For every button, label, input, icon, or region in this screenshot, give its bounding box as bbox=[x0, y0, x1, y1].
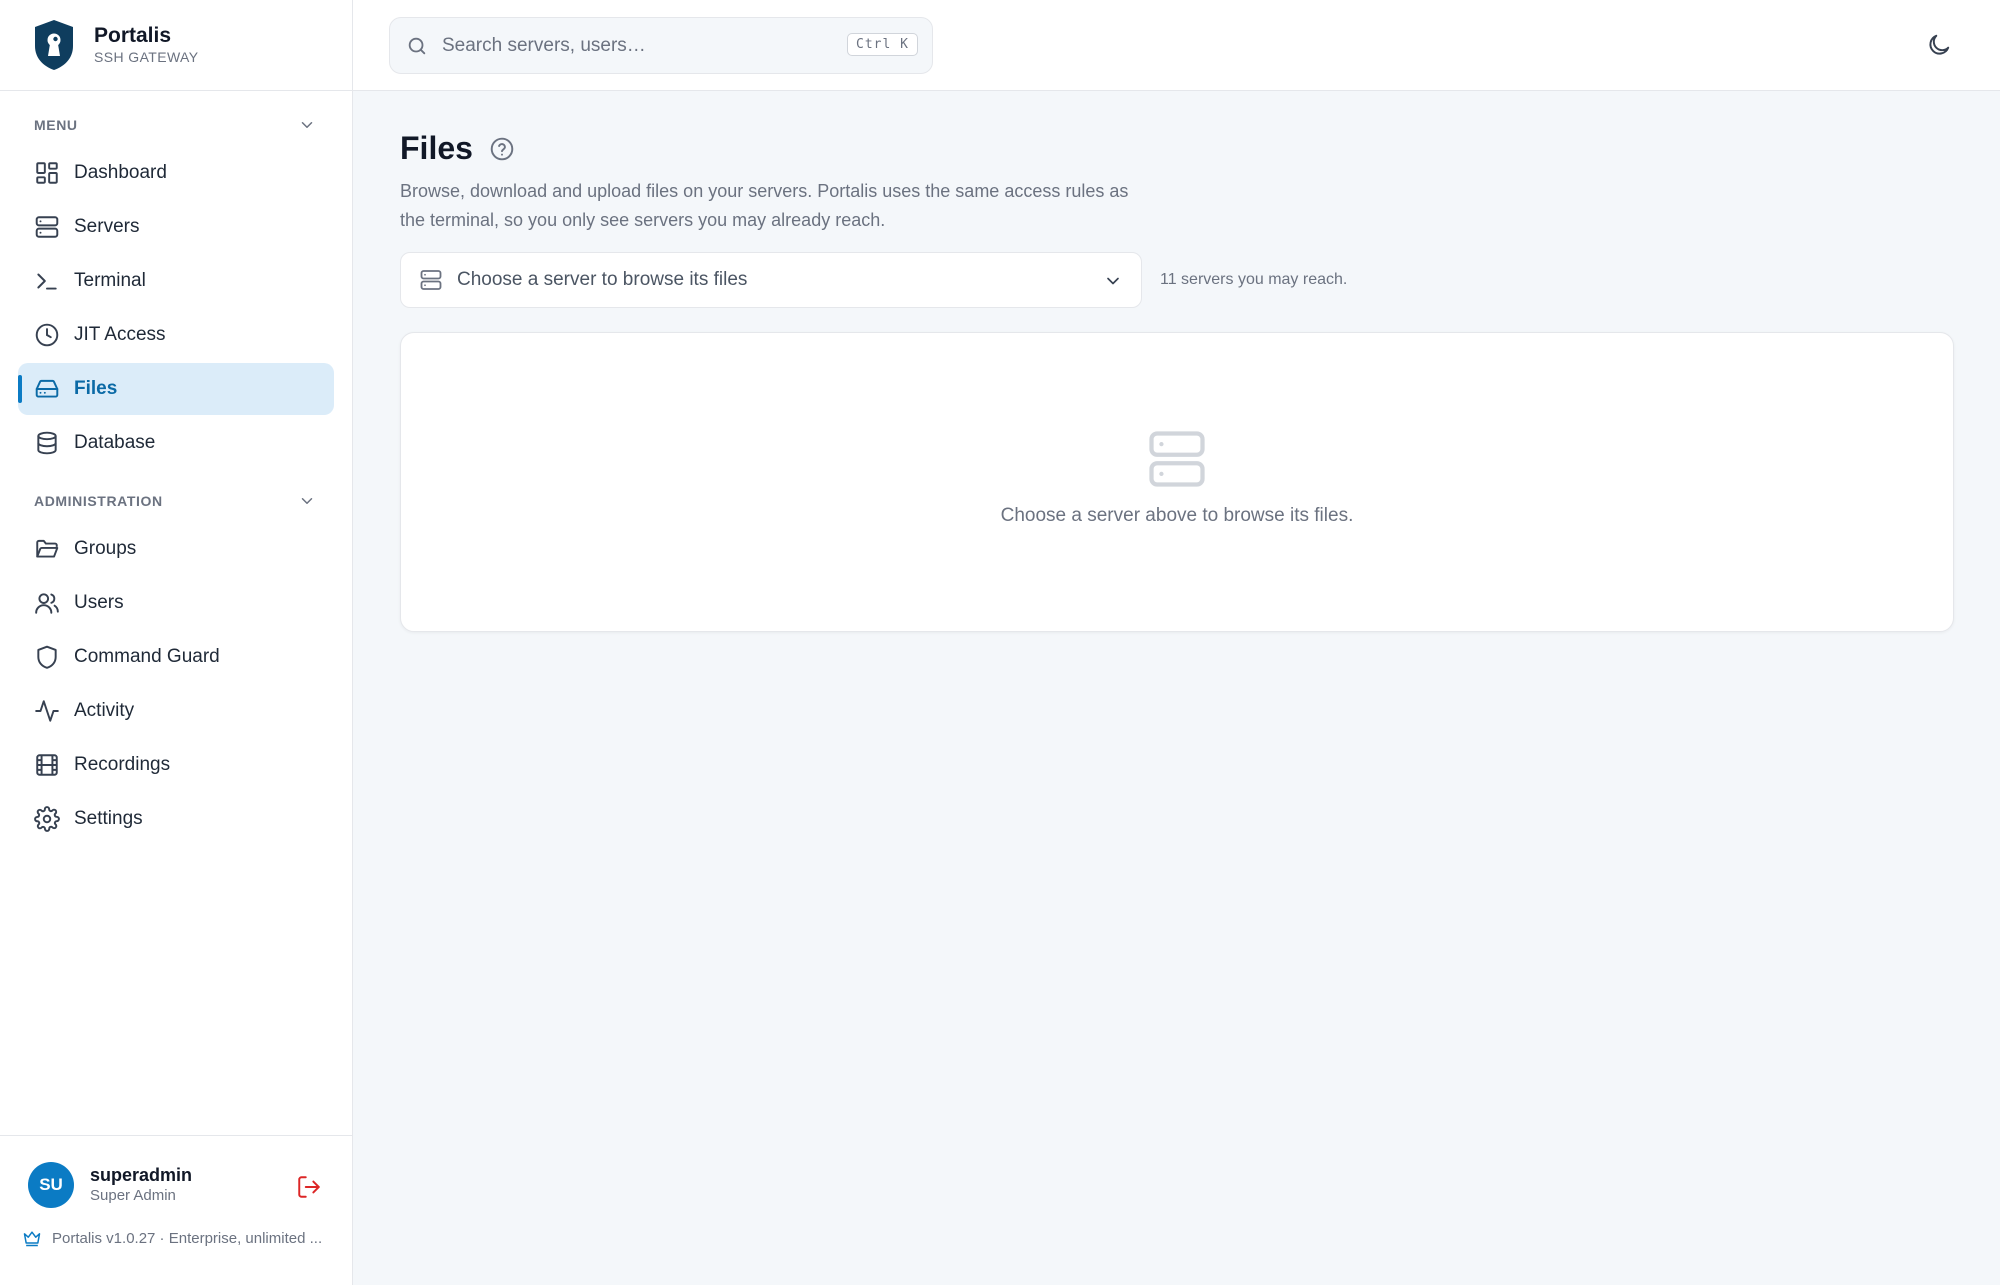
sidebar-item-label: Database bbox=[74, 432, 156, 453]
users-icon bbox=[35, 593, 59, 614]
sidebar-item-label: Dashboard bbox=[74, 162, 167, 183]
sidebar-item-settings[interactable]: Settings bbox=[18, 793, 334, 845]
page-header: Files bbox=[400, 130, 1954, 167]
sidebar-item-servers[interactable]: Servers bbox=[18, 201, 334, 253]
sidebar-item-label: Files bbox=[74, 378, 118, 399]
sidebar-footer: SU superadmin Super Admin Portalis v1.0.… bbox=[0, 1135, 352, 1285]
sidebar-item-label: Command Guard bbox=[74, 646, 220, 667]
avatar: SU bbox=[28, 1162, 74, 1208]
server-icon bbox=[1149, 431, 1205, 487]
user-role: Super Admin bbox=[90, 1187, 176, 1204]
crown-icon bbox=[23, 1231, 41, 1247]
empty-state-card: Choose a server above to browse its file… bbox=[400, 332, 1954, 632]
server-icon bbox=[35, 216, 59, 238]
sidebar-item-activity[interactable]: Activity bbox=[18, 685, 334, 737]
activity-icon bbox=[35, 700, 59, 722]
sidebar-item-label: Recordings bbox=[74, 754, 171, 775]
search-input[interactable] bbox=[442, 34, 842, 57]
server-select[interactable]: Choose a server to browse its files bbox=[400, 252, 1142, 308]
empty-state-message: Choose a server above to browse its file… bbox=[1000, 505, 1354, 526]
moon-icon[interactable] bbox=[1926, 32, 1952, 58]
search-shortcut-hint: Ctrl K bbox=[847, 33, 918, 56]
sidebar-item-jit-access[interactable]: JIT Access bbox=[18, 309, 334, 361]
administration-section-header[interactable]: ADMINISTRATION bbox=[0, 489, 352, 513]
logout-icon[interactable] bbox=[296, 1174, 322, 1200]
chevron-down-icon bbox=[1107, 277, 1119, 285]
sidebar-item-label: Terminal bbox=[74, 270, 146, 291]
sidebar-item-groups[interactable]: Groups bbox=[18, 523, 334, 575]
user-name: superadmin bbox=[90, 1165, 193, 1185]
sidebar-item-label: Activity bbox=[74, 700, 135, 721]
sidebar-item-label: Settings bbox=[74, 808, 143, 829]
version-text: Portalis v1.0.27 · Enterprise, unlimited… bbox=[52, 1229, 323, 1247]
film-icon bbox=[36, 754, 58, 776]
page-title: Files bbox=[400, 130, 473, 166]
portalis-logo-icon bbox=[35, 20, 73, 70]
clock-icon bbox=[35, 323, 59, 347]
menu-section-header[interactable]: MENU bbox=[0, 113, 352, 137]
shield-icon bbox=[37, 645, 57, 669]
server-select-row: Choose a server to browse its files 11 s… bbox=[400, 252, 1954, 308]
sidebar-item-label: Users bbox=[74, 592, 124, 613]
administration-section-label: ADMINISTRATION bbox=[34, 493, 163, 509]
administration-menu: Groups Users Command Guard Activity Reco… bbox=[0, 523, 352, 845]
server-select-placeholder: Choose a server to browse its files bbox=[457, 269, 748, 290]
sidebar-item-label: Groups bbox=[74, 538, 137, 559]
hard-drive-icon bbox=[35, 379, 59, 398]
dashboard-icon bbox=[36, 162, 58, 184]
sidebar-item-label: Servers bbox=[74, 216, 140, 237]
page-description: Browse, download and upload files on you… bbox=[400, 181, 1129, 230]
version-info: Portalis v1.0.27 · Enterprise, unlimited… bbox=[0, 1208, 352, 1248]
sidebar-item-recordings[interactable]: Recordings bbox=[18, 739, 334, 791]
gear-icon bbox=[34, 806, 60, 832]
sidebar: Portalis SSH GATEWAY MENU Dashboard Serv… bbox=[0, 0, 353, 1285]
folder-icon bbox=[36, 539, 59, 558]
sidebar-item-terminal[interactable]: Terminal bbox=[18, 255, 334, 307]
database-icon bbox=[37, 431, 57, 455]
chevron-down-icon bbox=[301, 122, 313, 128]
chevron-down-icon bbox=[301, 498, 313, 504]
menu-section-label: MENU bbox=[34, 117, 78, 133]
terminal-icon bbox=[37, 273, 57, 290]
main-content: Files Browse, download and upload files … bbox=[400, 91, 1954, 632]
main-menu: Dashboard Servers Terminal JIT Access Fi… bbox=[0, 147, 352, 469]
sidebar-item-label: JIT Access bbox=[74, 324, 166, 345]
sidebar-item-database[interactable]: Database bbox=[18, 417, 334, 469]
top-bar: Ctrl K bbox=[353, 0, 2000, 91]
brand-name: Portalis bbox=[94, 24, 172, 47]
sidebar-item-command-guard[interactable]: Command Guard bbox=[18, 631, 334, 683]
server-icon bbox=[420, 270, 442, 290]
sidebar-item-users[interactable]: Users bbox=[18, 577, 334, 629]
search-icon bbox=[408, 37, 426, 54]
sidebar-item-files[interactable]: Files bbox=[18, 363, 334, 415]
brand-subtitle: SSH GATEWAY bbox=[94, 49, 199, 65]
brand[interactable]: Portalis SSH GATEWAY bbox=[0, 0, 352, 91]
global-search[interactable]: Ctrl K bbox=[389, 17, 933, 74]
server-count: 11 servers you may reach. bbox=[1160, 271, 1348, 288]
help-icon[interactable] bbox=[489, 136, 515, 162]
sidebar-item-dashboard[interactable]: Dashboard bbox=[18, 147, 334, 199]
